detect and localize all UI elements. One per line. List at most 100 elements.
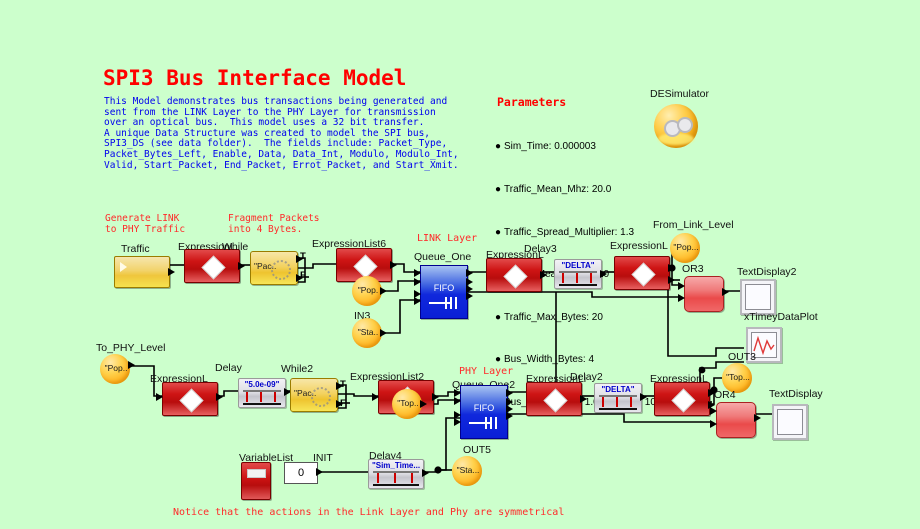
model-canvas: SPI3 Bus Interface Model This Model demo… — [0, 0, 920, 529]
false-port — [336, 400, 343, 408]
input-port — [678, 294, 685, 302]
output-port — [668, 264, 675, 272]
out3-label: OUT3 — [728, 351, 757, 363]
delay-value: "5.0e-09" — [244, 380, 280, 389]
to-phy-level-port[interactable]: "Pop.. — [100, 354, 135, 384]
delay4-value: "Sim_Time... — [371, 461, 421, 470]
port-text: "Top... — [726, 372, 750, 382]
bullet-icon: ● — [495, 141, 502, 153]
output-port — [390, 261, 397, 269]
out5-label: OUT5 — [463, 444, 492, 456]
output-port — [216, 393, 223, 401]
gears-icon[interactable] — [654, 104, 698, 148]
delay2-block[interactable]: "DELTA" — [594, 383, 647, 413]
traffic-source-block[interactable] — [114, 256, 175, 288]
expressionlist4-block[interactable] — [654, 382, 715, 416]
output-port — [316, 468, 323, 476]
delay-icon — [373, 471, 419, 486]
start-port-in3[interactable]: "Sta.. — [352, 318, 387, 348]
gear-large-icon — [677, 117, 693, 133]
output-port — [640, 393, 647, 401]
output-port — [168, 268, 175, 276]
queue-one-fifo-block[interactable]: FIFO — [414, 265, 473, 319]
output-port — [128, 361, 163, 369]
fifo-icon — [429, 296, 459, 310]
xtimeydataplot-label: xTimeyDataPlot — [744, 311, 818, 323]
parameter-item: ● Bus_Width_Bytes: 4 — [495, 353, 695, 367]
output-port — [668, 276, 675, 284]
expressionlist5-block[interactable] — [184, 249, 245, 283]
parameter-item: ● Traffic_Mean_Mhz: 20.0 — [495, 183, 695, 197]
delay3-block[interactable]: "DELTA" — [554, 259, 607, 289]
bullet-icon: ● — [495, 184, 502, 196]
out5-port[interactable]: "Sta... — [452, 456, 482, 486]
delay3-label: Delay3 — [524, 243, 557, 255]
port-text: "Pop... — [673, 242, 699, 252]
while-condition: "Pac.. — [254, 261, 277, 271]
port-text: "Pop. — [357, 285, 379, 295]
label-link-layer: LINK Layer — [417, 233, 478, 244]
output-port — [722, 288, 729, 296]
input-port — [156, 393, 163, 401]
delay-label: Delay — [215, 362, 242, 374]
input-port — [454, 418, 461, 426]
footer-note: Notice that the actions in the Link Laye… — [173, 507, 565, 518]
variablelist-block[interactable] — [241, 462, 271, 500]
output-port — [600, 270, 607, 278]
traffic-label: Traffic — [121, 243, 150, 255]
output-port — [466, 269, 473, 277]
while-label: While — [222, 241, 249, 253]
input-port — [710, 420, 717, 428]
while-block[interactable]: "Pac.. T F — [250, 251, 306, 285]
delay2-value: "DELTA" — [601, 385, 635, 394]
page-title: SPI3 Bus Interface Model — [103, 66, 407, 90]
pop-port-in3[interactable]: "Pop. — [352, 276, 387, 306]
input-port — [414, 278, 421, 286]
output-port — [754, 414, 761, 422]
port-text: "Sta... — [456, 465, 480, 475]
bullet-icon: ● — [495, 311, 502, 323]
or3-label: OR3 — [682, 263, 704, 275]
textdisplay-label: TextDisplay — [769, 388, 823, 400]
fifo-icon — [469, 416, 499, 430]
parameters-heading: Parameters — [497, 95, 567, 109]
true-port — [336, 382, 343, 390]
false-port — [296, 274, 303, 282]
expressionlist7-block[interactable] — [486, 258, 547, 292]
input-port — [414, 269, 421, 277]
queue-one-label: Queue_One — [414, 251, 472, 263]
textdisplay2-block[interactable] — [740, 279, 776, 315]
delay-icon — [243, 390, 281, 405]
or4-block[interactable] — [710, 402, 761, 438]
delay4-block[interactable]: "Sim_Time... — [368, 459, 429, 489]
expressionlist8-block[interactable] — [614, 256, 675, 290]
delay-icon — [559, 271, 597, 286]
textdisplay-block[interactable] — [772, 404, 808, 440]
output-port — [540, 271, 547, 279]
from-link-level-port[interactable]: "Pop... — [670, 233, 700, 263]
output-port — [506, 389, 513, 397]
expressionlist3-block[interactable] — [526, 382, 587, 416]
top-phy-port[interactable]: "Top.. — [392, 389, 427, 419]
port-text: "Sta.. — [357, 327, 379, 337]
delay3-value: "DELTA" — [561, 261, 595, 270]
while2-block[interactable]: "Pac.. T F — [290, 378, 346, 412]
desimulator-label: DESimulator — [650, 88, 709, 100]
or3-block[interactable] — [678, 276, 729, 312]
delay-block[interactable]: "5.0e-09" — [238, 378, 291, 408]
from-link-level-label: From_Link_Level — [653, 219, 734, 231]
output-port — [420, 400, 455, 408]
annotation-generate-traffic: Generate LINK to PHY Traffic — [105, 213, 186, 235]
to-phy-level-label: To_PHY_Level — [96, 342, 166, 354]
expressionlist1-block[interactable] — [156, 382, 223, 416]
output-port — [238, 262, 245, 270]
init-value-box[interactable]: 0 — [284, 462, 318, 484]
fifo-text: FIFO — [473, 403, 495, 413]
input-port — [372, 393, 379, 401]
model-description: This Model demonstrates bus transactions… — [104, 96, 459, 171]
or4-label: OR4 — [714, 389, 736, 401]
output-port — [380, 329, 415, 337]
textdisplay2-label: TextDisplay2 — [737, 266, 797, 278]
while2-condition: "Pac.. — [294, 388, 317, 398]
queue-one2-fifo-block[interactable]: FIFO — [454, 385, 513, 439]
